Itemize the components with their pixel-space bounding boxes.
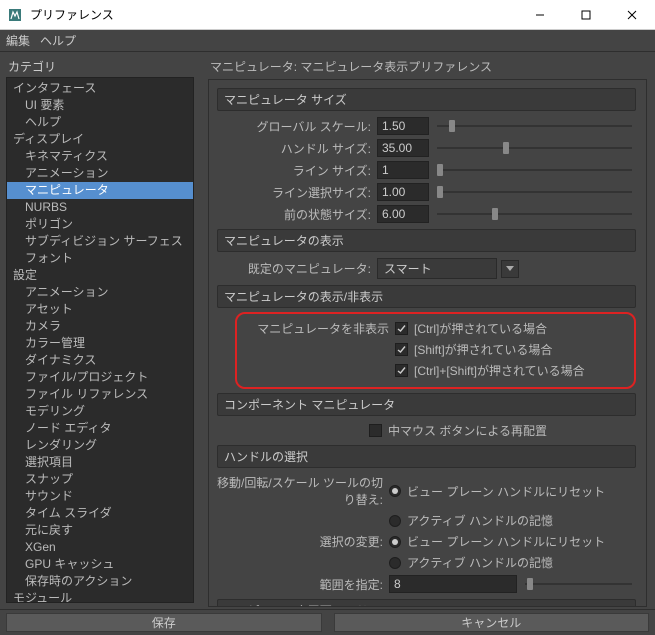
- label-selection-change: 選択の変更:: [217, 533, 389, 550]
- checkbox-ctrl-shift-label: [Ctrl]+[Shift]が押されている場合: [414, 362, 585, 379]
- label-line-pick-size: ライン選択サイズ:: [217, 184, 377, 201]
- tree-item[interactable]: 元に戻す: [7, 522, 193, 539]
- tree-item[interactable]: ディスプレイ: [7, 131, 193, 148]
- section-manipulator-display: マニピュレータの表示: [217, 229, 636, 252]
- save-button[interactable]: 保存: [6, 613, 322, 632]
- label-pick-range: 範囲を指定:: [217, 576, 389, 593]
- maximize-button[interactable]: [563, 0, 609, 30]
- category-sidebar: カテゴリ インタフェースUI 要素ヘルプディスプレイキネマティクスアニメーション…: [0, 52, 200, 609]
- tree-item[interactable]: ノード エディタ: [7, 420, 193, 437]
- input-handle-size[interactable]: [377, 139, 429, 157]
- title-bar: プリファレンス: [0, 0, 655, 30]
- category-label: カテゴリ: [6, 54, 194, 77]
- tree-item[interactable]: タイム スライダ: [7, 505, 193, 522]
- highlight-box: マニピュレータを非表示 [Ctrl]が押されている場合 [Shift]が押されて…: [235, 312, 636, 389]
- tree-item[interactable]: XGen: [7, 539, 193, 556]
- tree-item[interactable]: ファイル リファレンス: [7, 386, 193, 403]
- close-button[interactable]: [609, 0, 655, 30]
- label-hide-manipulator: マニピュレータを非表示: [243, 320, 395, 337]
- tree-item[interactable]: ポリゴン: [7, 216, 193, 233]
- category-tree[interactable]: インタフェースUI 要素ヘルプディスプレイキネマティクスアニメーションマニピュレ…: [6, 77, 194, 603]
- tree-item[interactable]: 設定: [7, 267, 193, 284]
- label-global-scale: グローバル スケール:: [217, 118, 377, 135]
- radio-sel-reset-label: ビュー プレーン ハンドルにリセット: [407, 533, 605, 550]
- radio-sel-reset[interactable]: [389, 536, 401, 548]
- checkbox-middle-mouse-label: 中マウス ボタンによる再配置: [388, 422, 547, 439]
- tree-item[interactable]: サブディビジョン サーフェス: [7, 233, 193, 250]
- label-default-manipulator: 既定のマニピュレータ:: [217, 260, 377, 277]
- checkbox-ctrl-label: [Ctrl]が押されている場合: [414, 320, 547, 337]
- tree-item[interactable]: カラー管理: [7, 335, 193, 352]
- section-handle-select: ハンドルの選択: [217, 445, 636, 468]
- label-line-size: ライン サイズ:: [217, 162, 377, 179]
- input-prev-state-size[interactable]: [377, 205, 429, 223]
- bottom-button-bar: 保存 キャンセル: [0, 609, 655, 635]
- content-pane: マニピュレータ: マニピュレータ表示プリファレンス マニピュレータ サイズ グロ…: [200, 52, 655, 609]
- tree-item[interactable]: アセット: [7, 301, 193, 318]
- tree-item[interactable]: サウンド: [7, 488, 193, 505]
- radio-sel-remember-label: アクティブ ハンドルの記憶: [407, 554, 553, 571]
- tree-item[interactable]: ダイナミクス: [7, 352, 193, 369]
- input-global-scale[interactable]: [377, 117, 429, 135]
- tree-item[interactable]: マニピュレータ: [7, 182, 193, 199]
- window-title: プリファレンス: [30, 6, 517, 23]
- section-component-manip: コンポーネント マニピュレータ: [217, 393, 636, 416]
- checkbox-ctrl[interactable]: [395, 322, 408, 335]
- section-plane-handle: マニピュレータ平面ハンドル: [217, 599, 636, 606]
- slider-line-pick-size[interactable]: [437, 185, 632, 199]
- section-show-hide: マニピュレータの表示/非表示: [217, 285, 636, 308]
- label-prev-state-size: 前の状態サイズ:: [217, 206, 377, 223]
- tree-item[interactable]: モジュール: [7, 590, 193, 603]
- slider-prev-state-size[interactable]: [437, 207, 632, 221]
- input-line-pick-size[interactable]: [377, 183, 429, 201]
- tree-item[interactable]: キネマティクス: [7, 148, 193, 165]
- tree-item[interactable]: レンダリング: [7, 437, 193, 454]
- slider-global-scale[interactable]: [437, 119, 632, 133]
- chevron-down-icon[interactable]: [501, 260, 519, 278]
- content-header: マニピュレータ: マニピュレータ表示プリファレンス: [200, 52, 655, 77]
- tree-item[interactable]: UI 要素: [7, 97, 193, 114]
- menu-bar: 編集 ヘルプ: [0, 30, 655, 52]
- slider-pick-range[interactable]: [525, 577, 632, 591]
- tree-item[interactable]: ヘルプ: [7, 114, 193, 131]
- tree-item[interactable]: 保存時のアクション: [7, 573, 193, 590]
- checkbox-shift[interactable]: [395, 343, 408, 356]
- checkbox-ctrl-shift[interactable]: [395, 364, 408, 377]
- menu-help[interactable]: ヘルプ: [40, 32, 76, 49]
- content-scroll[interactable]: マニピュレータ サイズ グローバル スケール: ハンドル サイズ: ライン サイ…: [209, 80, 646, 606]
- label-handle-size: ハンドル サイズ:: [217, 140, 377, 157]
- input-line-size[interactable]: [377, 161, 429, 179]
- tree-item[interactable]: フォント: [7, 250, 193, 267]
- radio-tool-remember[interactable]: [389, 515, 401, 527]
- radio-tool-reset[interactable]: [389, 485, 401, 497]
- slider-line-size[interactable]: [437, 163, 632, 177]
- slider-handle-size[interactable]: [437, 141, 632, 155]
- tree-item[interactable]: アニメーション: [7, 284, 193, 301]
- tree-item[interactable]: スナップ: [7, 471, 193, 488]
- tree-item[interactable]: 選択項目: [7, 454, 193, 471]
- checkbox-shift-label: [Shift]が押されている場合: [414, 341, 552, 358]
- label-tool-switch: 移動/回転/スケール ツールの切り替え:: [217, 474, 389, 508]
- section-manipulator-size: マニピュレータ サイズ: [217, 88, 636, 111]
- tree-item[interactable]: インタフェース: [7, 80, 193, 97]
- radio-tool-reset-label: ビュー プレーン ハンドルにリセット: [407, 483, 605, 500]
- radio-sel-remember[interactable]: [389, 557, 401, 569]
- tree-item[interactable]: カメラ: [7, 318, 193, 335]
- app-icon: [6, 6, 24, 24]
- tree-item[interactable]: アニメーション: [7, 165, 193, 182]
- tree-item[interactable]: ファイル/プロジェクト: [7, 369, 193, 386]
- input-pick-range[interactable]: [389, 575, 517, 593]
- menu-edit[interactable]: 編集: [6, 32, 30, 49]
- checkbox-middle-mouse[interactable]: [369, 424, 382, 437]
- minimize-button[interactable]: [517, 0, 563, 30]
- tree-item[interactable]: NURBS: [7, 199, 193, 216]
- dropdown-default-manipulator[interactable]: スマート: [377, 258, 519, 279]
- tree-item[interactable]: モデリング: [7, 403, 193, 420]
- cancel-button[interactable]: キャンセル: [334, 613, 650, 632]
- radio-tool-remember-label: アクティブ ハンドルの記憶: [407, 512, 553, 529]
- tree-item[interactable]: GPU キャッシュ: [7, 556, 193, 573]
